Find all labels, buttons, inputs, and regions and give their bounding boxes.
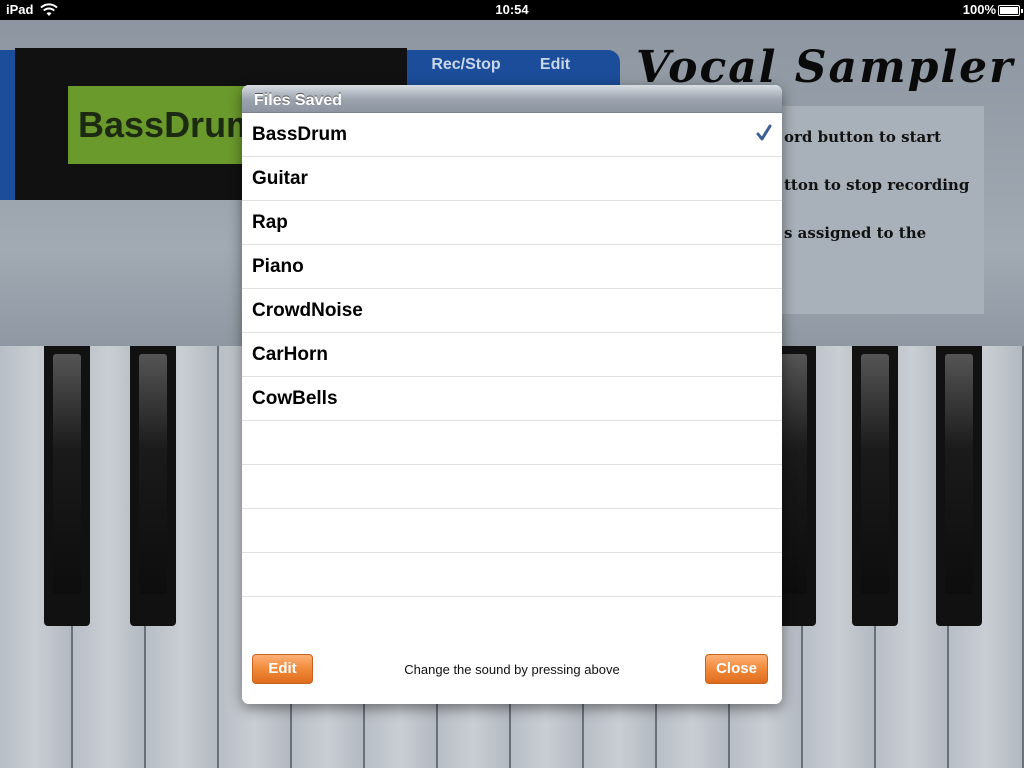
rec-stop-button[interactable]: Rec/Stop [424,56,508,74]
file-label: CrowdNoise [252,300,363,321]
file-label: Guitar [252,168,308,189]
file-row-carhorn[interactable]: CarHorn [242,333,782,377]
file-row-crowdnoise[interactable]: CrowdNoise [242,289,782,333]
clock: 10:54 [495,2,529,17]
file-row-cowbells[interactable]: CowBells [242,377,782,421]
battery-percent: 100% [962,2,996,17]
popover-title: Files Saved [254,92,343,109]
battery-fill [1000,7,1018,14]
file-label: CowBells [252,388,338,409]
black-key[interactable] [44,346,90,626]
status-bar: iPad 10:54 100% [0,0,1024,20]
lcd-text: BassDrum [78,104,259,145]
edit-button-top[interactable]: Edit [520,56,590,74]
empty-row [242,465,782,509]
file-label: CarHorn [252,344,329,365]
file-row-rap[interactable]: Rap [242,201,782,245]
footer-hint: Change the sound by pressing above [404,662,620,677]
file-row-piano[interactable]: Piano [242,245,782,289]
file-label: Piano [252,256,304,277]
file-row-guitar[interactable]: Guitar [242,157,782,201]
file-label: BassDrum [252,124,348,145]
instruction-line: s assigned to the [784,224,927,242]
black-key[interactable] [130,346,176,626]
instructions-panel: ord button to start tton to stop recordi… [768,106,984,314]
instruction-line: tton to stop recording [784,176,970,194]
empty-row [242,509,782,553]
empty-row [242,553,782,597]
battery-icon [998,5,1023,16]
popover-header: Files Saved [242,85,782,113]
empty-row [242,597,782,641]
close-button[interactable]: Close [705,654,768,684]
black-key[interactable] [852,346,898,626]
lcd-display: BassDrum [68,86,268,164]
file-label: Rap [252,212,288,233]
files-saved-popover: Files Saved BassDrum Guitar Rap Piano Cr… [242,85,782,704]
black-key[interactable] [936,346,982,626]
instruction-line: ord button to start [784,128,942,146]
popover-footer: Edit Change the sound by pressing above … [242,640,782,704]
empty-row [242,421,782,465]
check-icon [756,124,772,141]
file-row-bassdrum[interactable]: BassDrum [242,113,782,157]
file-list: BassDrum Guitar Rap Piano CrowdNoise Car… [242,113,782,641]
